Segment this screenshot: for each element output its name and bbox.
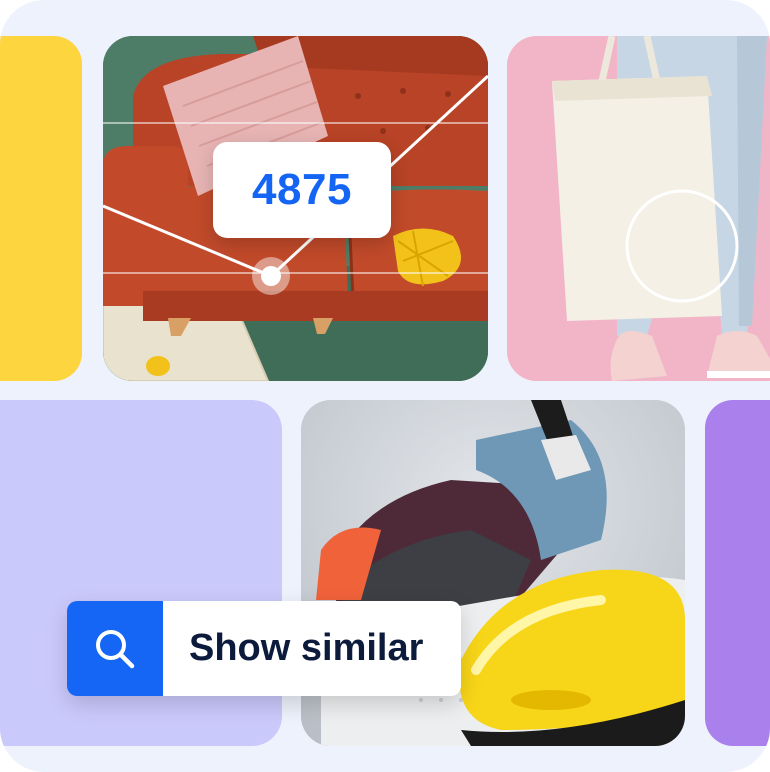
product-gallery: 4875 Show similar: [0, 0, 770, 772]
yellow-color-tile: [0, 36, 82, 381]
purple-color-tile: [705, 400, 770, 746]
search-button[interactable]: [67, 601, 163, 696]
show-similar-label: Show similar: [189, 627, 424, 669]
tote-bag-photo: [507, 36, 770, 381]
tote-bag-photo-tile[interactable]: [507, 36, 770, 381]
show-similar-button[interactable]: Show similar: [67, 601, 461, 696]
search-icon: [96, 629, 135, 668]
price-tag: 4875: [213, 142, 391, 238]
sofa-photo-tile[interactable]: 4875: [103, 36, 488, 381]
